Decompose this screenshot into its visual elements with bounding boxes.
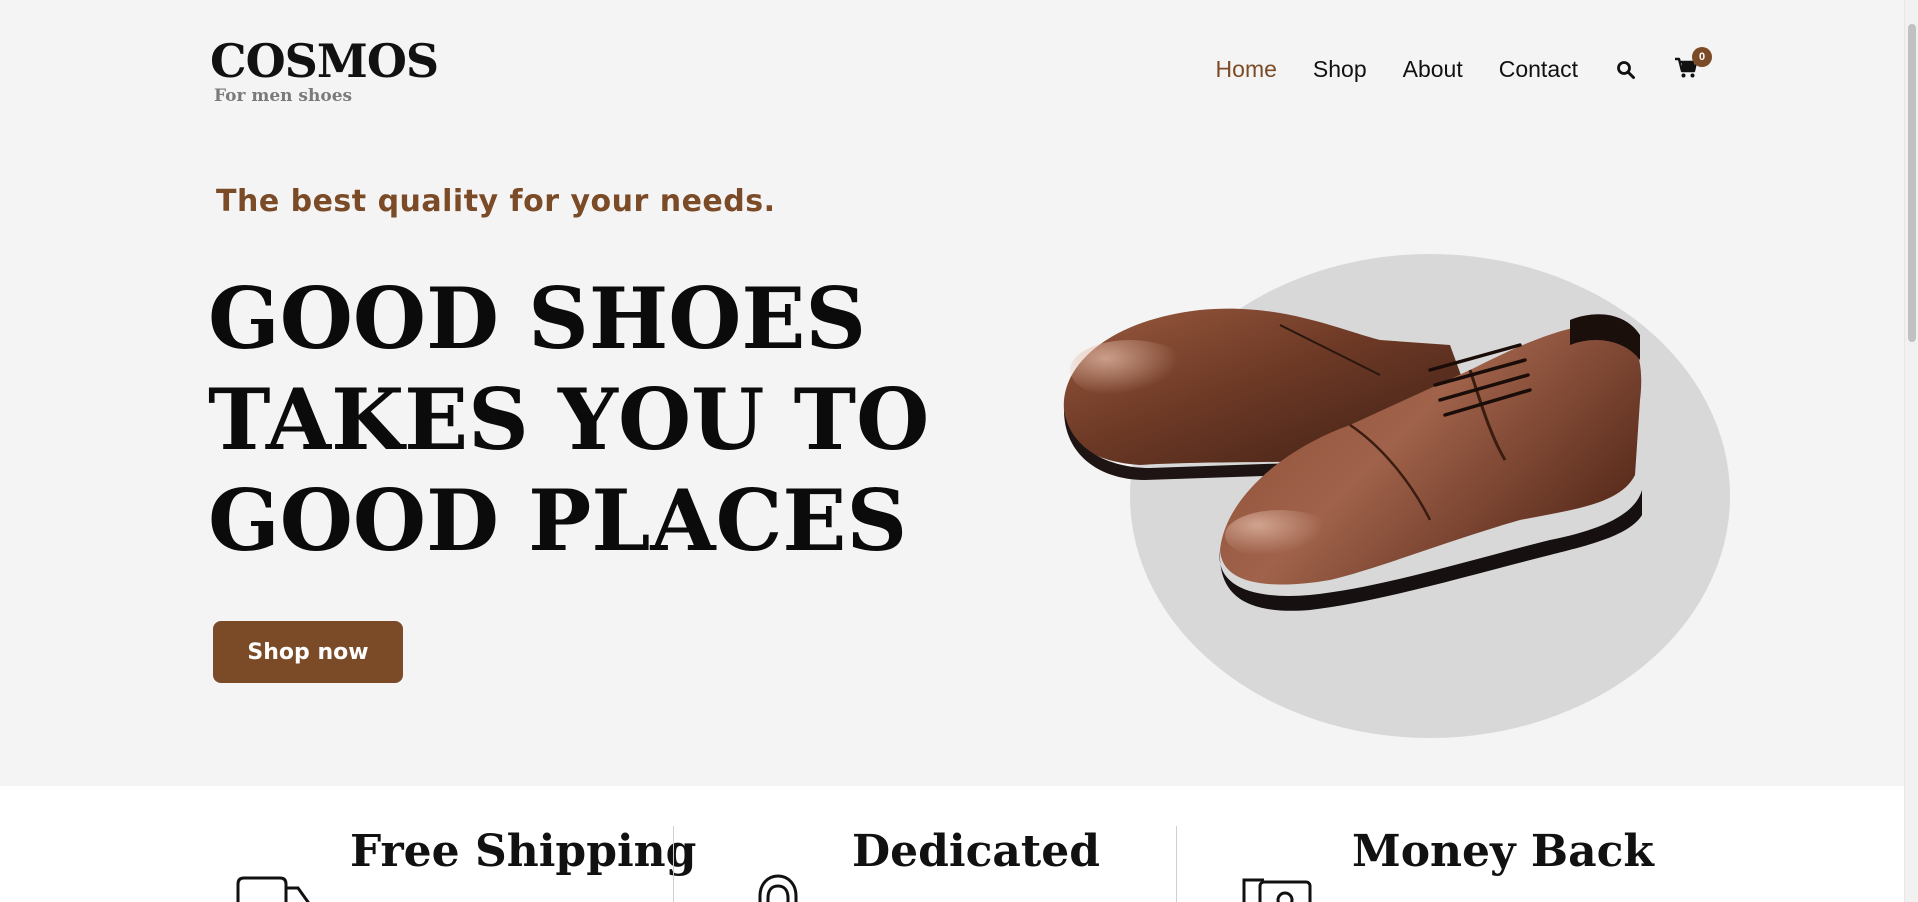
features-section: Free Shipping Dedicated Money Back xyxy=(0,786,1904,902)
money-icon xyxy=(1242,874,1314,902)
feature-divider xyxy=(673,826,674,902)
scrollbar-thumb[interactable] xyxy=(1908,24,1916,342)
main-nav: Home Shop About Contact 0 xyxy=(1180,46,1712,83)
feature-title: Money Back xyxy=(1352,826,1654,877)
nav-home[interactable]: Home xyxy=(1216,56,1277,83)
hero-headline: GOOD SHOES TAKES YOU TO GOOD PLACES xyxy=(208,268,929,571)
support-icon xyxy=(754,874,802,902)
page-scrollbar[interactable] xyxy=(1904,0,1918,902)
feature-title: Dedicated xyxy=(852,826,1101,877)
feature-divider xyxy=(1176,826,1177,902)
shop-now-button[interactable]: Shop now xyxy=(213,621,403,683)
truck-icon xyxy=(236,874,312,902)
headline-line-3: GOOD PLACES xyxy=(208,471,908,570)
nav-shop[interactable]: Shop xyxy=(1313,56,1367,83)
cart-button[interactable]: 0 xyxy=(1674,46,1712,83)
feature-title: Free Shipping xyxy=(350,826,697,877)
headline-line-2: TAKES YOU TO xyxy=(208,370,930,469)
logo-tagline: For men shoes xyxy=(214,86,353,106)
search-icon[interactable] xyxy=(1616,60,1636,80)
nav-about[interactable]: About xyxy=(1403,56,1463,83)
logo-brand: COSMOS xyxy=(210,34,439,88)
logo[interactable]: COSMOS For men shoes xyxy=(210,34,439,106)
hero-image xyxy=(1050,250,1740,750)
nav-contact[interactable]: Contact xyxy=(1499,56,1578,83)
page: COSMOS For men shoes Home Shop About Con… xyxy=(0,0,1904,902)
cart-count-badge: 0 xyxy=(1692,46,1712,67)
headline-line-1: GOOD SHOES xyxy=(208,269,867,368)
hero-subtitle: The best quality for your needs. xyxy=(216,184,776,219)
hero-section: COSMOS For men shoes Home Shop About Con… xyxy=(0,0,1904,786)
